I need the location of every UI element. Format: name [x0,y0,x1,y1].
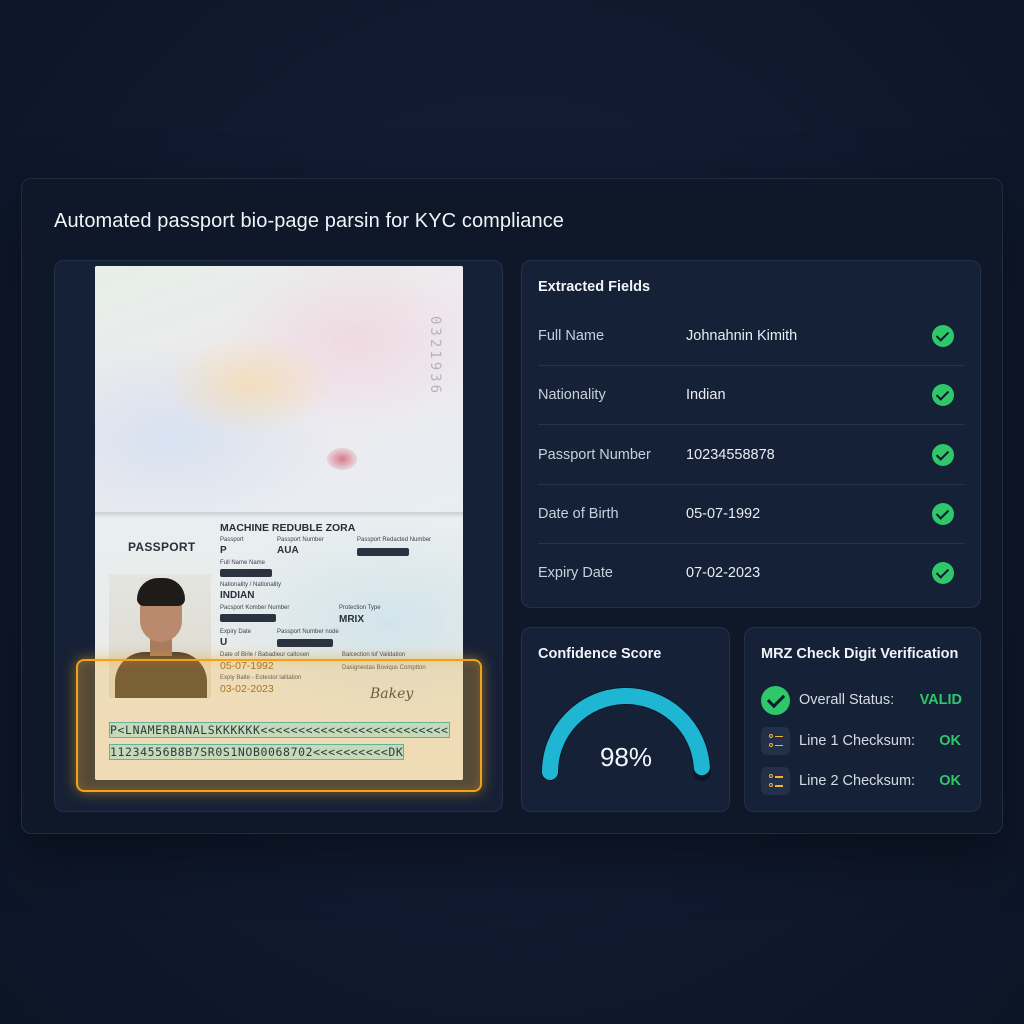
check-circle-icon [932,325,954,347]
value-code: AUA [277,545,299,556]
redaction-bar [357,548,409,556]
mrz-line-2: 11234556B8B7SR0S1NOB0068702<<<<<<<<<<DK [108,744,405,760]
passport-emblem-mark [327,448,357,470]
check-circle-icon [761,686,790,715]
status-label: Line 2 Checksum: [799,773,916,789]
field-row[interactable]: Date of Birth 05-07-1992 [538,485,965,544]
label-passport-redacted: Passport Redacted Number [357,537,432,543]
status-value: OK [939,773,961,789]
list-checklist-icon [761,767,790,795]
redaction-bar [220,569,272,577]
label-passport: Passport [220,537,244,543]
field-value: 05-07-1992 [686,505,761,522]
label-protection-type: Protection Type [339,605,381,611]
value-type: P [220,545,227,556]
list-checklist-icon [761,726,790,755]
label-passport-komber: Pacsport Komber Number [220,605,290,611]
field-label: Date of Birth [538,505,619,522]
label-nationality: Nationality / Nationality [220,582,282,588]
label-date-of-birth: Date of Birle / Babadieur caltosen [220,652,310,658]
label-expiry-date: Expiry Date [220,629,252,635]
value-nationality: INDIAN [220,590,255,601]
passport-serial: 0321936 [427,316,443,397]
mrz-line-2-text: 11234556B8B7SR0S1NOB0068702<<<<<<<<<<DK [108,744,405,760]
field-label: Full Name [538,328,605,344]
extracted-fields-title: Extracted Fields [538,279,651,295]
passport-cover-page: 0321936 [95,266,463,512]
value-sex: U [220,637,228,648]
label-selection-validation: Balcection lof Validation [342,652,406,658]
value-protection-type: MRIX [339,614,364,625]
label-passport-number: Passport Number [277,537,324,543]
field-value: 10234558878 [686,446,775,463]
mrz-status-row: Line 2 Checksum: OK [761,767,964,797]
field-value: Indian [686,387,726,404]
status-value: OK [939,732,961,749]
check-circle-icon [932,502,954,525]
status-value: VALID [919,692,962,708]
status-label: Line 1 Checksum: [799,732,916,749]
field-row[interactable]: Passport Number 10234558878 [538,426,965,485]
field-label: Expiry Date [538,565,613,582]
field-value: Johnahnin Kimith [686,328,798,344]
passport-word: PASSPORT [128,540,196,554]
confidence-gauge [541,687,711,781]
field-row[interactable]: Expiry Date 07-02-2023 [538,544,965,603]
page-title: Automated passport bio-page parsin for K… [54,210,565,232]
label-passport-number-node: Passport Number node [277,629,339,635]
field-row[interactable]: Full Name Johnahnin Kimith [538,307,965,366]
mrz-line-1-text: P<LNAMERBANALSKKKKKK<<<<<<<<<<<<<<<<<<<<… [109,722,450,738]
confidence-value: 98% [599,742,653,772]
field-value: 07-02-2023 [686,565,761,582]
redaction-bar [277,639,333,647]
field-row[interactable]: Nationality Indian [538,366,965,426]
field-label: Passport Number [538,446,651,463]
label-full-name: Full Name Name [220,560,266,566]
mrz-status-row: Line 1 Checksum: OK [761,726,964,757]
mrz-status-row: Overall Status: VALID [761,686,964,716]
field-label: Nationality [538,387,606,404]
confidence-title: Confidence Score [538,646,662,662]
check-circle-icon [932,384,954,407]
status-label: Overall Status: [799,692,895,708]
check-circle-icon [932,562,954,585]
passport-heading: MACHINE REDUBLE ZORA [220,522,356,534]
check-circle-icon [932,443,954,466]
mrz-check-title: MRZ Check Digit Verification [761,646,959,662]
mrz-line-1: P<LNAMERBANALSKKKKKK<<<<<<<<<<<<<<<<<<<<… [109,722,450,738]
redaction-bar [220,614,276,622]
